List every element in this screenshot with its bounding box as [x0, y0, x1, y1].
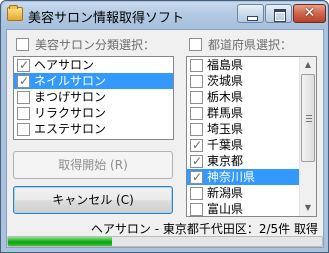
category-list-item[interactable]: リラクサロン — [14, 105, 173, 121]
prefecture-item-checkbox[interactable] — [190, 74, 203, 88]
category-item-label: ネイルサロン — [34, 74, 107, 88]
minimize-icon — [238, 5, 263, 22]
prefecture-list-item[interactable]: 群馬県 — [187, 105, 316, 121]
prefecture-item-label: 東京都 — [207, 154, 244, 168]
prefecture-item-label: 千葉県 — [207, 138, 244, 152]
prefecture-list-item[interactable]: 栃木県 — [187, 89, 316, 105]
category-select-all-checkbox[interactable]: 美容サロン分類選択： — [16, 36, 155, 53]
cancel-button[interactable]: キャンセル (C) — [13, 186, 173, 214]
prefecture-list-item[interactable]: 千葉県 — [187, 137, 316, 153]
prefecture-item-checkbox[interactable] — [190, 137, 203, 153]
category-item-checkbox[interactable] — [17, 73, 30, 89]
category-header-label: 美容サロン分類選択： — [35, 38, 156, 52]
prefecture-item-label: 福島県 — [207, 58, 244, 72]
progress-fill — [8, 237, 112, 246]
prefecture-item-label: 神奈川県 — [207, 170, 256, 184]
scrollbar-thumb[interactable] — [301, 74, 315, 162]
category-list-item[interactable]: エステサロン — [14, 121, 173, 137]
minimize-button[interactable] — [237, 4, 264, 23]
category-header-check[interactable] — [16, 38, 29, 51]
prefecture-item-checkbox[interactable] — [190, 122, 203, 136]
window-title: 美容サロン情報取得ソフト — [28, 11, 185, 26]
close-icon: ✕ — [303, 5, 316, 21]
category-item-label: エステサロン — [34, 122, 107, 136]
category-list: ヘアサロンネイルサロンまつげサロンリラクサロンエステサロン — [14, 57, 173, 137]
prefecture-list-item[interactable]: 茨城県 — [187, 73, 316, 89]
prefecture-item-checkbox[interactable] — [190, 90, 203, 104]
prefecture-item-checkbox[interactable] — [190, 186, 203, 200]
prefecture-listbox[interactable]: 福島県茨城県栃木県群馬県埼玉県千葉県東京都神奈川県新潟県富山県 ▲ ▼ — [186, 56, 317, 217]
fetch-start-button[interactable]: 取得開始 (R) — [13, 151, 173, 179]
category-item-checkbox[interactable] — [17, 106, 30, 120]
prefecture-item-checkbox[interactable] — [190, 202, 203, 216]
category-item-label: まつげサロン — [34, 90, 107, 104]
prefecture-item-label: 茨城県 — [207, 74, 244, 88]
title-bar[interactable]: 美容サロン情報取得ソフト ✕ — [2, 2, 327, 28]
category-list-item[interactable]: ヘアサロン — [14, 57, 173, 73]
prefecture-list-item[interactable]: 神奈川県 — [187, 169, 316, 185]
prefecture-list-item[interactable]: 富山県 — [187, 201, 316, 216]
prefecture-header-label: 都道府県選択： — [208, 38, 293, 52]
client-area: 美容サロン分類選択： ヘアサロンネイルサロンまつげサロンリラクサロンエステサロン… — [6, 29, 324, 248]
maximize-icon — [266, 5, 291, 22]
prefecture-item-label: 新潟県 — [207, 186, 244, 200]
status-text: ヘアサロン - 東京都千代田区：2/5件 取得 — [90, 222, 318, 236]
prefecture-list-item[interactable]: 東京都 — [187, 153, 316, 169]
category-item-checkbox[interactable] — [17, 57, 30, 73]
prefecture-item-checkbox[interactable] — [190, 169, 203, 185]
prefecture-item-checkbox[interactable] — [190, 153, 203, 169]
close-button[interactable]: ✕ — [293, 4, 326, 23]
app-window: 美容サロン情報取得ソフト ✕ 美容サロン分類選択： ヘアサロンネイルサロンまつげ… — [0, 0, 329, 253]
prefecture-item-label: 富山県 — [207, 202, 244, 216]
grip-icon — [306, 115, 312, 122]
prefecture-list-item[interactable]: 新潟県 — [187, 185, 316, 201]
maximize-button[interactable] — [265, 4, 292, 23]
prefecture-list-item[interactable]: 福島県 — [187, 57, 316, 73]
category-item-label: ヘアサロン — [34, 58, 95, 72]
prefecture-scrollbar[interactable]: ▲ ▼ — [299, 57, 316, 216]
category-list-item[interactable]: まつげサロン — [14, 89, 173, 105]
scroll-up-arrow-icon[interactable]: ▲ — [300, 57, 316, 73]
prefecture-item-checkbox[interactable] — [190, 58, 203, 72]
prefecture-list-item[interactable]: 埼玉県 — [187, 121, 316, 137]
category-list-item[interactable]: ネイルサロン — [14, 73, 173, 89]
folder-icon — [7, 5, 23, 21]
prefecture-item-label: 埼玉県 — [207, 122, 244, 136]
prefecture-select-all-checkbox[interactable]: 都道府県選択： — [189, 36, 292, 53]
prefecture-header-check[interactable] — [189, 38, 202, 51]
scroll-down-arrow-icon[interactable]: ▼ — [300, 200, 316, 216]
category-listbox[interactable]: ヘアサロンネイルサロンまつげサロンリラクサロンエステサロン — [13, 56, 174, 140]
prefecture-list: 福島県茨城県栃木県群馬県埼玉県千葉県東京都神奈川県新潟県富山県 — [187, 57, 316, 216]
prefecture-item-label: 栃木県 — [207, 90, 244, 104]
prefecture-item-checkbox[interactable] — [190, 106, 203, 120]
category-item-checkbox[interactable] — [17, 122, 30, 136]
category-item-checkbox[interactable] — [17, 90, 30, 104]
category-item-label: リラクサロン — [34, 106, 107, 120]
progress-bar — [7, 236, 323, 247]
prefecture-item-label: 群馬県 — [207, 106, 244, 120]
